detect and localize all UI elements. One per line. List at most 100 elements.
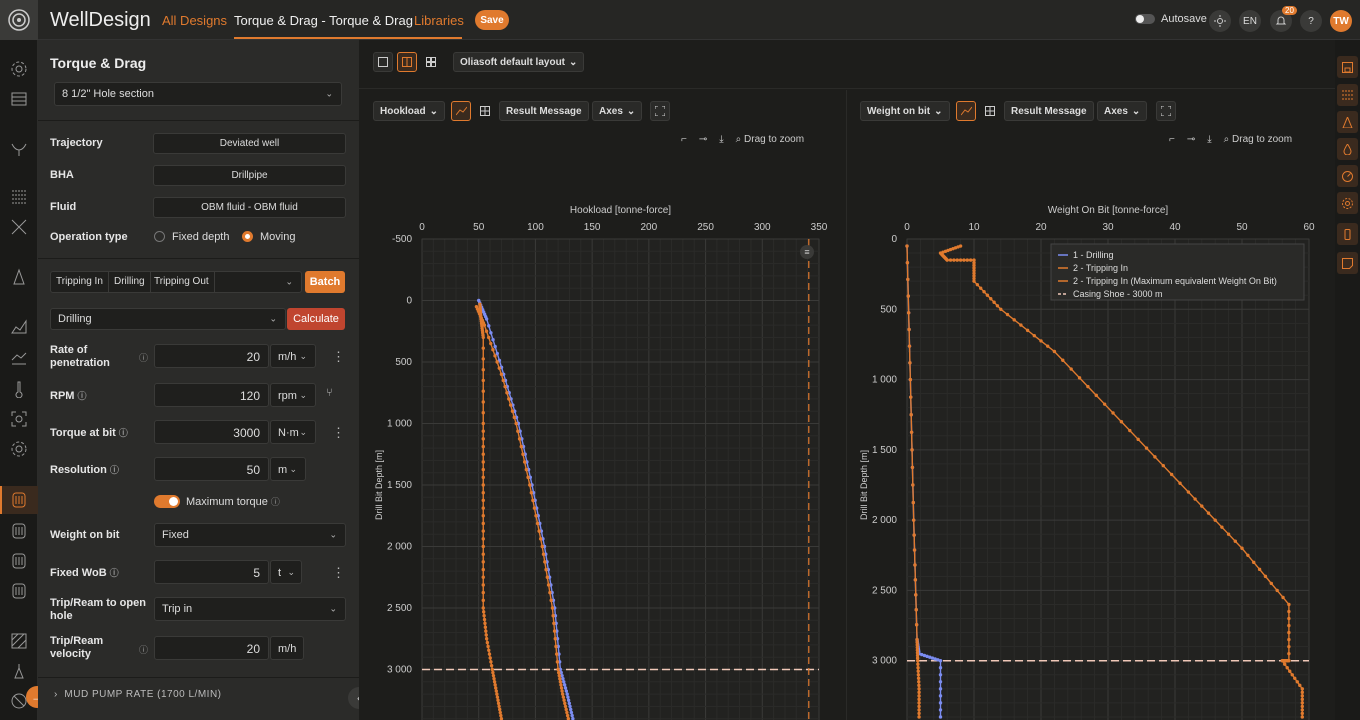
save-button[interactable]: Save [475, 10, 509, 30]
temperature-icon[interactable] [8, 378, 30, 400]
settings-tool-icon[interactable] [1337, 192, 1358, 214]
scan-icon[interactable] [8, 408, 30, 430]
max-torque-toggle[interactable] [154, 495, 180, 508]
drop-icon[interactable] [1337, 138, 1358, 160]
resolution-input[interactable]: 50 [154, 457, 269, 481]
info-icon[interactable]: ⓘ [110, 568, 119, 578]
download-icon[interactable]: ⤓ [1207, 134, 1211, 145]
chevron-down-icon[interactable]: ⌄ [285, 277, 293, 288]
more-options-icon[interactable]: ⋮ [332, 425, 345, 441]
trip-select[interactable]: Trip in ⌄ [154, 597, 346, 621]
layout-select[interactable]: Oliasoft default layout ⌄ [453, 52, 585, 72]
info-icon[interactable]: ⓘ [139, 643, 148, 656]
fork-icon[interactable]: ⑂ [326, 387, 333, 399]
rpm-input[interactable]: 120 [154, 383, 269, 407]
user-avatar[interactable]: TW [1330, 10, 1352, 32]
radio-fixed-depth[interactable] [154, 231, 165, 242]
batch-button[interactable]: Batch [305, 271, 345, 293]
info-icon[interactable]: ⓘ [139, 351, 148, 364]
chart-line-icon[interactable] [8, 346, 30, 368]
layout-grid-icon[interactable] [421, 52, 441, 72]
more-options-icon[interactable]: ⋮ [332, 565, 345, 581]
gauge-icon[interactable] [1337, 165, 1358, 187]
download-icon[interactable]: ⤓ [719, 134, 723, 145]
save-icon[interactable] [1337, 56, 1358, 78]
settings-gear-icon[interactable] [8, 58, 30, 80]
wellpath-icon[interactable] [8, 216, 30, 238]
crosshair-icon[interactable]: ⊸ [699, 134, 707, 145]
table-view-icon[interactable] [980, 101, 1000, 121]
mode-select[interactable]: Drilling ⌄ [50, 308, 286, 330]
layout-single-icon[interactable] [373, 52, 393, 72]
weight-on-bit-chart[interactable]: 0 10 20 30 40 50 60 0 500 1 000 1 500 2 000 2 500 3 0… [847, 160, 1334, 720]
hookload-chart[interactable]: 0 50 100 150 200 250 300 350 -500 0 500 1 000 1 500 2… [359, 160, 846, 720]
tab-tripping-out[interactable]: Tripping Out [149, 272, 215, 292]
chart2-selector[interactable]: Weight on bit ⌄ [860, 101, 950, 121]
nav-libraries[interactable]: Libraries [414, 13, 464, 28]
autosave-toggle[interactable]: Autosave [1135, 13, 1207, 25]
hydraulics-icon[interactable] [8, 520, 30, 542]
trajectory-selector[interactable]: Deviated well [153, 133, 346, 154]
chart-area-icon[interactable] [8, 316, 30, 338]
fixed-wob-unit-select[interactable]: t ⌄ [270, 560, 302, 584]
fluid-selector[interactable]: OBM fluid - OBM fluid [153, 197, 346, 218]
fullscreen-icon[interactable] [650, 101, 670, 121]
help-button[interactable]: ? [1300, 10, 1322, 32]
rop-input[interactable]: 20 [154, 344, 269, 368]
surge-swab-icon[interactable] [8, 550, 30, 572]
trajectory-icon[interactable] [8, 138, 30, 160]
chart-view-icon[interactable] [956, 101, 976, 121]
legend-toggle-icon[interactable]: ⌐ [681, 134, 687, 145]
tab-tripping-in[interactable]: Tripping In [51, 272, 109, 292]
pattern-icon[interactable] [8, 630, 30, 652]
settings-cog-icon[interactable] [8, 438, 30, 460]
pipe-icon[interactable] [1337, 223, 1358, 245]
formation-tool-icon[interactable] [1337, 84, 1358, 106]
layout-split-icon[interactable] [397, 52, 417, 72]
nav-all-designs[interactable]: All Designs [162, 13, 227, 28]
formation-icon[interactable] [8, 186, 30, 208]
chart1-selector[interactable]: Hookload ⌄ [373, 101, 445, 121]
chart-view-icon[interactable] [451, 101, 471, 121]
torque-input[interactable]: 3000 [154, 420, 269, 444]
calculate-button[interactable]: Calculate [287, 308, 345, 330]
note-icon[interactable] [1337, 252, 1358, 274]
chart2-result-message[interactable]: Result Message [1004, 101, 1094, 121]
info-icon[interactable]: ⓘ [77, 391, 86, 401]
chart2-axes-select[interactable]: Axes ⌄ [1097, 101, 1148, 121]
language-button[interactable]: EN [1239, 10, 1261, 32]
tab-drilling[interactable]: Drilling [109, 272, 151, 292]
app-logo-icon[interactable] [0, 0, 38, 40]
resolution-unit-select[interactable]: m ⌄ [270, 457, 306, 481]
fixed-wob-input[interactable]: 5 [154, 560, 269, 584]
theme-icon[interactable] [1209, 10, 1231, 32]
rop-unit-select[interactable]: m/h ⌄ [270, 344, 316, 368]
info-icon[interactable]: ⓘ [271, 497, 280, 507]
radio-moving[interactable] [242, 231, 253, 242]
chart1-axes-select[interactable]: Axes ⌄ [592, 101, 643, 121]
crosshair-icon[interactable]: ⊸ [1187, 134, 1195, 145]
info-icon[interactable]: ⓘ [110, 465, 119, 475]
section-select[interactable]: 8 1/2" Hole section ⌄ [54, 82, 342, 106]
casing-icon[interactable] [8, 88, 30, 110]
wob-select[interactable]: Fixed ⌄ [154, 523, 346, 547]
table-view-icon[interactable] [475, 101, 495, 121]
mud-pump-rate-section[interactable]: › MUD PUMP RATE (1700 L/MIN) [54, 689, 222, 700]
legend-toggle-icon[interactable]: ⌐ [1169, 134, 1175, 145]
torque-unit-select[interactable]: N·m ⌄ [270, 420, 316, 444]
drag-zoom-button[interactable]: ⌕ Drag to zoom [736, 134, 804, 145]
rig-icon[interactable] [8, 266, 30, 288]
torque-drag-icon[interactable] [8, 489, 30, 511]
rig-tool-icon[interactable] [1337, 111, 1358, 133]
drag-zoom-button[interactable]: ⌕ Drag to zoom [1224, 134, 1292, 145]
nav-current-design[interactable]: Torque & Drag - Torque & Drag [234, 13, 413, 28]
bha-selector[interactable]: Drillpipe [153, 165, 346, 186]
rpm-unit-select[interactable]: rpm ⌄ [270, 383, 316, 407]
stress-icon[interactable] [8, 580, 30, 602]
cementing-icon[interactable] [8, 660, 30, 682]
info-icon[interactable]: ⓘ [119, 428, 128, 438]
trip-velocity-input[interactable]: 20 [154, 636, 269, 660]
chart1-result-message[interactable]: Result Message [499, 101, 589, 121]
fullscreen-icon[interactable] [1156, 101, 1176, 121]
more-options-icon[interactable]: ⋮ [332, 349, 345, 365]
